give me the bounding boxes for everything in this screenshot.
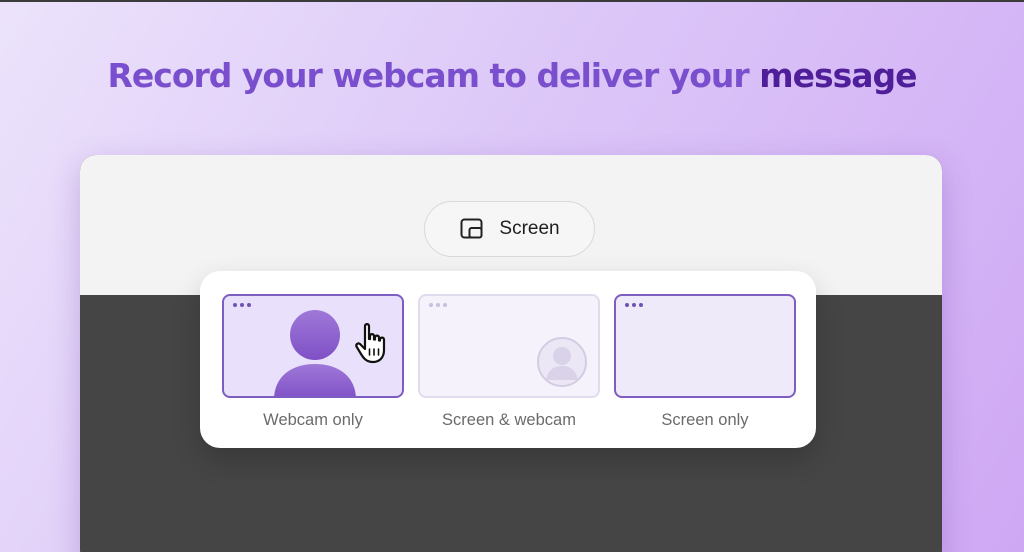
mode-thumbnail-webcam-only xyxy=(222,294,404,398)
mode-label-webcam-only: Webcam only xyxy=(263,411,363,429)
window-dots-icon xyxy=(233,303,251,307)
screen-button[interactable]: Screen xyxy=(424,201,595,257)
recording-mode-picker: Webcam only Screen & webcam Screen only xyxy=(200,271,816,448)
window-dots-icon xyxy=(429,303,447,307)
window-dots-icon xyxy=(625,303,643,307)
headline-emphasis: message xyxy=(759,56,917,95)
mode-thumbnail-screen-and-webcam xyxy=(418,294,600,398)
mode-option-screen-and-webcam[interactable]: Screen & webcam xyxy=(418,294,600,442)
screen-button-label: Screen xyxy=(499,218,560,239)
page-headline: Record your webcam to deliver your messa… xyxy=(0,56,1024,95)
mode-label-screen-and-webcam: Screen & webcam xyxy=(442,411,576,429)
top-border xyxy=(0,0,1024,2)
person-icon xyxy=(274,310,356,396)
mode-option-screen-only[interactable]: Screen only xyxy=(614,294,796,442)
mode-thumbnail-screen-only xyxy=(614,294,796,398)
screen-share-icon xyxy=(460,218,483,239)
mode-label-screen-only: Screen only xyxy=(661,411,749,429)
headline-main: Record your webcam to deliver your xyxy=(107,56,749,95)
mode-option-webcam-only[interactable]: Webcam only xyxy=(222,294,404,442)
webcam-bubble-icon xyxy=(537,337,587,387)
